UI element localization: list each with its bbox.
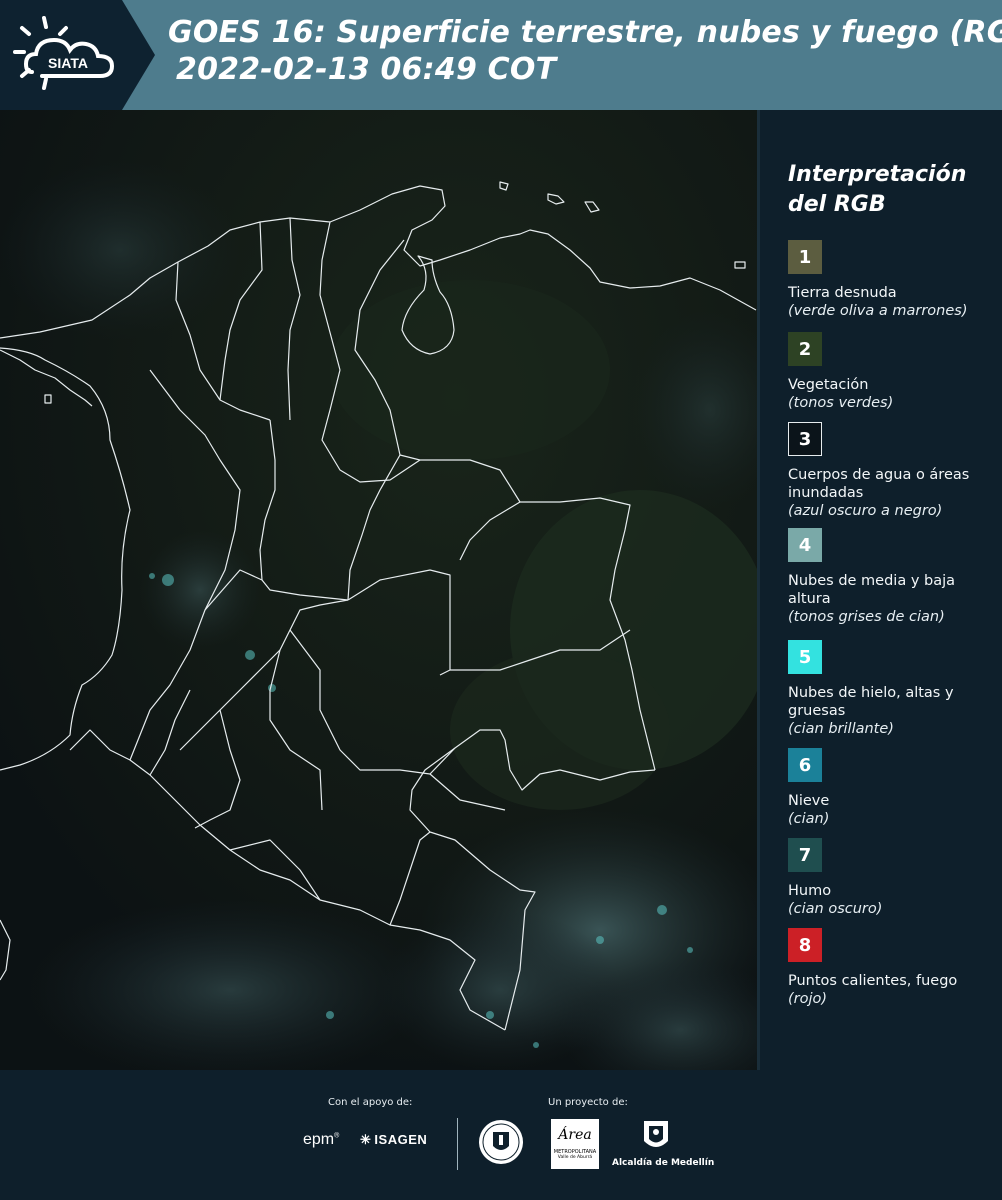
legend-item: 6 Nieve (cian) bbox=[788, 748, 993, 828]
header-bar: SIATA GOES 16: Superficie terrestre, nub… bbox=[0, 0, 1002, 110]
title-line-product: GOES 16: Superficie terrestre, nubes y f… bbox=[168, 15, 1002, 50]
legend-label: Tierra desnuda bbox=[788, 285, 897, 301]
legend-swatch: 5 bbox=[788, 640, 822, 674]
support-caption: Con el apoyo de: bbox=[328, 1097, 413, 1108]
legend-description: (tonos verdes) bbox=[788, 395, 894, 411]
area-metropolitana-logo: Área METROPOLITANA Valle de Aburrá bbox=[551, 1119, 599, 1169]
isagen-logo: ✳ ISAGEN bbox=[360, 1132, 428, 1147]
legend-swatch: 2 bbox=[788, 332, 822, 366]
map-divider bbox=[757, 110, 760, 1070]
legend-label: Nubes de media y baja altura bbox=[788, 573, 956, 607]
legend-swatch: 7 bbox=[788, 838, 822, 872]
isagen-mark-icon: ✳ bbox=[360, 1132, 372, 1147]
legend-swatch: 1 bbox=[788, 240, 822, 274]
legend-item: 8 Puntos calientes, fuego (rojo) bbox=[788, 928, 993, 1008]
legend-description: (cian oscuro) bbox=[788, 901, 883, 917]
legend-description: (cian brillante) bbox=[788, 721, 894, 737]
legend-item: 1 Tierra desnuda (verde oliva a marrones) bbox=[788, 240, 993, 320]
university-seal-icon bbox=[479, 1120, 523, 1164]
satellite-image bbox=[0, 110, 760, 1070]
footer-sponsors: Con el apoyo de: Un proyecto de: epm® ✳ I… bbox=[0, 1070, 1002, 1200]
siata-logo-icon: SIATA bbox=[13, 16, 115, 90]
legend-swatch: 3 bbox=[788, 422, 822, 456]
legend-description: (verde oliva a marrones) bbox=[788, 303, 968, 319]
legend-swatch: 6 bbox=[788, 748, 822, 782]
legend-swatch: 8 bbox=[788, 928, 822, 962]
legend-label: Nubes de hielo, altas y gruesas bbox=[788, 685, 954, 719]
sponsor-divider bbox=[457, 1118, 458, 1170]
title-line-timestamp: 2022-02-13 06:49 COT bbox=[176, 52, 557, 87]
legend-description: (tonos grises de cian) bbox=[788, 609, 945, 625]
legend-description: (azul oscuro a negro) bbox=[788, 503, 943, 519]
alcaldia-text: Alcaldía de Medellín bbox=[612, 1158, 715, 1168]
legend-label: Vegetación bbox=[788, 377, 869, 393]
legend-label: Cuerpos de agua o áreas inundadas bbox=[788, 467, 970, 501]
legend-item: 2 Vegetación (tonos verdes) bbox=[788, 332, 993, 412]
satellite-map bbox=[0, 110, 760, 1070]
legend-item: 5 Nubes de hielo, altas y gruesas (cian br… bbox=[788, 640, 993, 738]
epm-logo: epm® bbox=[303, 1131, 340, 1148]
legend-description: (cian) bbox=[788, 811, 830, 827]
svg-text:SIATA: SIATA bbox=[48, 55, 88, 71]
project-caption: Un proyecto de: bbox=[548, 1097, 628, 1108]
legend-item: 3 Cuerpos de agua o áreas inundadas (azul … bbox=[788, 422, 993, 520]
legend-label: Nieve bbox=[788, 793, 830, 809]
legend-description: (rojo) bbox=[788, 991, 828, 1007]
legend-swatch: 4 bbox=[788, 528, 822, 562]
legend-panel: Interpretación del RGB 1 Tierra desnuda (v… bbox=[788, 160, 993, 1007]
legend-label: Puntos calientes, fuego bbox=[788, 973, 958, 989]
legend-item: 7 Humo (cian oscuro) bbox=[788, 838, 993, 918]
page-title: GOES 16: Superficie terrestre, nubes y f… bbox=[168, 14, 1002, 88]
legend-title: Interpretación del RGB bbox=[788, 162, 967, 217]
legend-label: Humo bbox=[788, 883, 832, 899]
legend-item: 4 Nubes de media y baja altura (tonos gris… bbox=[788, 528, 993, 626]
alcaldia-crest-icon bbox=[644, 1121, 668, 1147]
